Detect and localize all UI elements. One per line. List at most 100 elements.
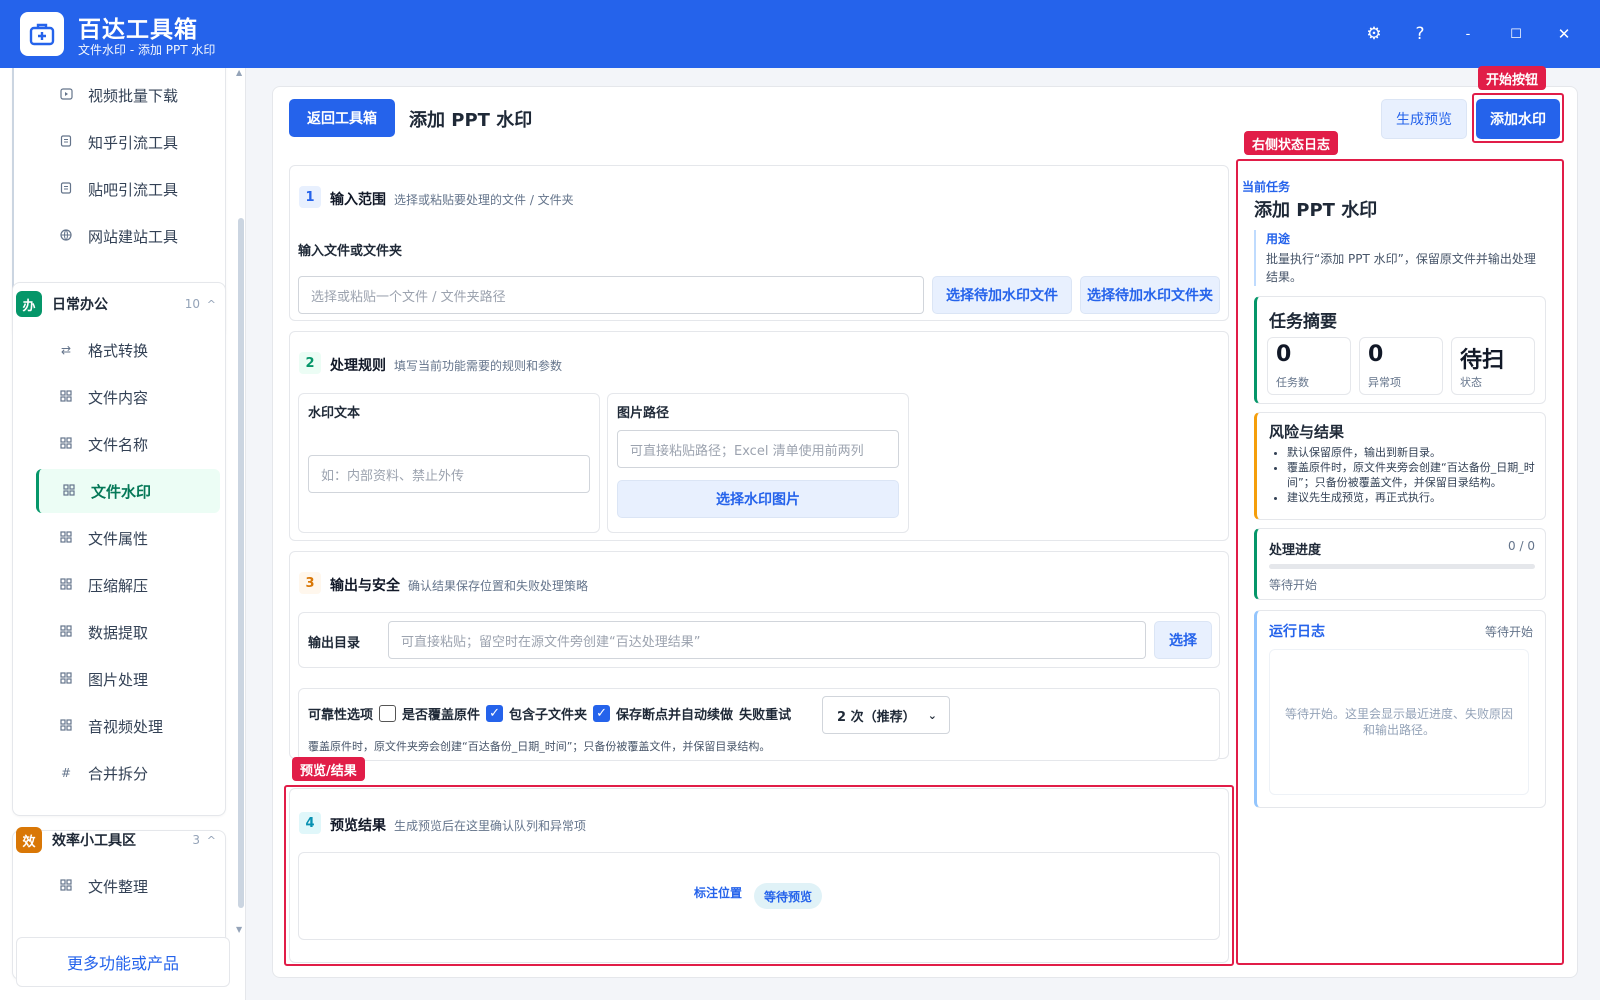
sidebar-item[interactable]: 文件属性 xyxy=(36,516,220,560)
watermark-text-field[interactable]: 如：内部资料、禁止外传 xyxy=(308,455,590,493)
group-count-efficiency: 3 xyxy=(192,833,200,847)
doc-icon xyxy=(54,181,78,197)
section-number: 3 xyxy=(299,572,321,594)
sidebar-item[interactable]: 文件内容 xyxy=(36,375,220,419)
minimize-icon[interactable]: - xyxy=(1454,20,1482,48)
grid-icon xyxy=(57,483,81,499)
chevron-up-icon: ^ xyxy=(206,297,216,311)
group-header-office[interactable]: 办 日常办公 10 ^ xyxy=(16,282,222,326)
group-title-office: 日常办公 xyxy=(52,297,108,313)
grid-icon xyxy=(54,436,78,452)
preview-annotation: 预览/结果 xyxy=(292,757,365,781)
scroll-down-icon[interactable]: ▼ xyxy=(236,925,242,934)
include-subfolders-checkbox[interactable]: ✓ xyxy=(486,705,504,722)
grid-icon xyxy=(54,624,78,640)
sidebar-item[interactable]: 贴吧引流工具 xyxy=(36,167,220,211)
group-title-efficiency: 效率小工具区 xyxy=(52,833,136,849)
watermark-text-label: 水印文本 xyxy=(308,406,361,421)
input-path-label: 输入文件或文件夹 xyxy=(298,244,403,259)
section-title: 输入范围 xyxy=(330,192,386,208)
retry-select[interactable]: 2 次（推荐） ⌄ xyxy=(822,696,950,734)
select-folder-button[interactable]: 选择待加水印文件夹 xyxy=(1080,276,1220,314)
sidebar-item[interactable]: 数据提取 xyxy=(36,610,220,654)
sidebar: ▲ ▼ 办 日常办公 10 ^ 效 效率小工具区 3 ^ 视频批量下载 知乎引流工… xyxy=(0,68,246,1000)
group-badge-efficiency: 效 xyxy=(16,827,42,853)
start-button-highlight xyxy=(1472,93,1564,143)
grid-icon xyxy=(54,718,78,734)
section-number: 2 xyxy=(299,352,321,374)
section-number: 1 xyxy=(299,186,321,208)
section-title: 输出与安全 xyxy=(330,578,400,594)
more-features-button[interactable]: 更多功能或产品 xyxy=(16,937,230,987)
sidebar-item[interactable]: 知乎引流工具 xyxy=(36,120,220,164)
sidebar-item[interactable]: 网站建站工具 xyxy=(36,214,220,258)
grid-icon xyxy=(54,389,78,405)
grid-icon xyxy=(54,671,78,687)
page-title: 添加 PPT 水印 xyxy=(409,110,533,131)
overwrite-note: 覆盖原件时，原文件夹旁会创建“百达备份_日期_时间”；只备份被覆盖文件，并保留目… xyxy=(308,740,771,753)
title-bar: 百达工具箱 文件水印 - 添加 PPT 水印 ⚙ ? - ☐ ✕ xyxy=(0,0,1600,68)
select-watermark-image-button[interactable]: 选择水印图片 xyxy=(617,480,899,518)
video-icon xyxy=(54,87,78,103)
section-description: 选择或粘贴要处理的文件 / 文件夹 xyxy=(394,193,574,207)
back-button[interactable]: 返回工具箱 xyxy=(289,99,395,137)
group-header-efficiency[interactable]: 效 效率小工具区 3 ^ xyxy=(16,818,222,862)
select-output-button[interactable]: 选择 xyxy=(1154,621,1212,659)
sidebar-item[interactable]: 文件水印 xyxy=(36,469,220,513)
section-title: 处理规则 xyxy=(330,358,386,374)
overwrite-checkbox[interactable] xyxy=(379,705,397,722)
section-description: 确认结果保存位置和失败处理策略 xyxy=(408,579,589,593)
sidebar-item[interactable]: 文件名称 xyxy=(36,422,220,466)
sidebar-item[interactable]: 压缩解压 xyxy=(36,563,220,607)
retry-select-value: 2 次（推荐） xyxy=(837,709,916,725)
sidebar-item-label: 压缩解压 xyxy=(88,576,149,595)
sidebar-item[interactable]: 音视频处理 xyxy=(36,704,220,748)
overwrite-label[interactable]: 是否覆盖原件 xyxy=(402,704,480,723)
settings-icon[interactable]: ⚙ xyxy=(1360,20,1388,48)
start-button-annotation: 开始按钮 xyxy=(1478,66,1547,90)
sidebar-item-label: 视频批量下载 xyxy=(88,86,179,105)
retry-label: 失败重试 xyxy=(739,708,792,723)
sidebar-item-label: 文件整理 xyxy=(88,877,149,896)
output-dir-field[interactable]: 可直接粘贴；留空时在源文件旁创建“百达处理结果” xyxy=(388,621,1146,659)
sidebar-scrollbar[interactable] xyxy=(238,218,244,908)
log-panel-annotation: 右侧状态日志 xyxy=(1244,131,1339,155)
grid-icon xyxy=(54,530,78,546)
log-panel-highlight xyxy=(1236,159,1564,965)
sidebar-item[interactable]: 图片处理 xyxy=(36,657,220,701)
doc-icon xyxy=(54,134,78,150)
generate-preview-button[interactable]: 生成预览 xyxy=(1381,99,1467,139)
globe-icon xyxy=(54,228,78,244)
hash-icon: # xyxy=(60,766,72,780)
output-dir-label: 输出目录 xyxy=(308,636,361,651)
sidebar-item-label: 合并拆分 xyxy=(88,764,149,783)
sidebar-item[interactable]: 视频批量下载 xyxy=(36,73,220,117)
resume-label[interactable]: 保存断点并自动续做 xyxy=(616,704,733,723)
preview-highlight xyxy=(284,785,1234,966)
resume-checkbox[interactable]: ✓ xyxy=(593,705,611,722)
reliability-options-row: 可靠性选项 是否覆盖原件 ✓ 包含子文件夹 ✓ 保存断点并自动续做 失败重试 xyxy=(308,704,791,723)
sidebar-item[interactable]: ⇄ 格式转换 xyxy=(36,328,220,372)
input-path-field[interactable]: 选择或粘贴一个文件 / 文件夹路径 xyxy=(298,276,924,314)
scroll-up-icon[interactable]: ▲ xyxy=(236,68,242,77)
include-subfolders-label[interactable]: 包含子文件夹 xyxy=(509,704,587,723)
sidebar-item-label: 知乎引流工具 xyxy=(88,133,179,152)
sidebar-item[interactable]: 文件整理 xyxy=(36,864,220,908)
app-logo-icon xyxy=(20,12,64,56)
reliability-label: 可靠性选项 xyxy=(308,708,374,723)
chevron-up-icon: ^ xyxy=(206,833,216,847)
grid-icon xyxy=(54,577,78,593)
select-file-button[interactable]: 选择待加水印文件 xyxy=(932,276,1072,314)
sidebar-item-label: 文件名称 xyxy=(88,435,149,454)
maximize-icon[interactable]: ☐ xyxy=(1502,20,1530,48)
image-path-field[interactable]: 可直接粘贴路径；Excel 清单使用前两列 xyxy=(617,430,899,468)
app-subtitle: 文件水印 - 添加 PPT 水印 xyxy=(78,43,216,57)
help-icon[interactable]: ? xyxy=(1406,20,1434,48)
sidebar-item-label: 贴吧引流工具 xyxy=(88,180,179,199)
group-badge-office: 办 xyxy=(16,291,42,317)
sidebar-item-label: 文件内容 xyxy=(88,388,149,407)
sidebar-item-label: 图片处理 xyxy=(88,670,149,689)
close-icon[interactable]: ✕ xyxy=(1550,20,1578,48)
chevron-down-icon: ⌄ xyxy=(927,708,937,722)
sidebar-item[interactable]: # 合并拆分 xyxy=(36,751,220,795)
